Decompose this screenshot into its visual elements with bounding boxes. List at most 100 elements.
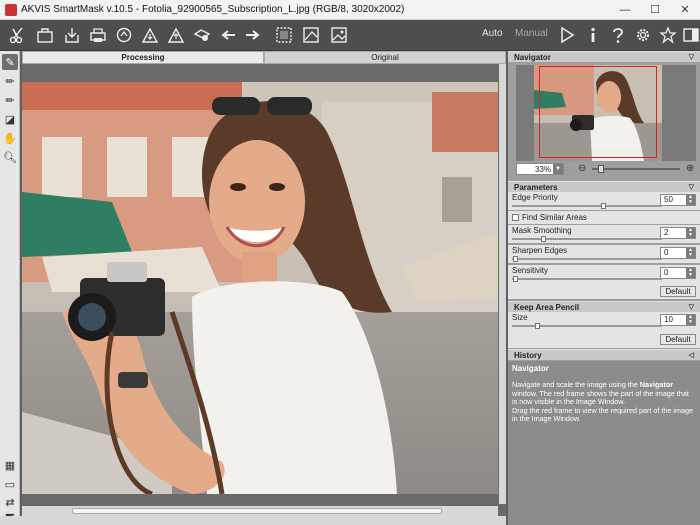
sharpen-edges-input[interactable]: 0 ▲ ▼ xyxy=(660,247,696,259)
load-mask-icon[interactable] xyxy=(139,24,161,46)
navigator-thumbnail[interactable] xyxy=(534,65,662,161)
find-similar-areas-row: Find Similar Areas xyxy=(508,211,700,224)
mask-smoothing-slider[interactable] xyxy=(512,236,662,242)
horizontal-scrollbar-thumb[interactable] xyxy=(72,508,442,514)
pencil-size-slider-knob[interactable] xyxy=(535,323,540,329)
print-icon[interactable] xyxy=(87,24,109,46)
edge-priority-value: 50 xyxy=(664,195,673,204)
photo-woman-with-camera[interactable] xyxy=(22,82,498,494)
redo-arrow-icon[interactable] xyxy=(242,24,264,46)
help-paragraph-1: Navigate and scale the image using the N… xyxy=(512,381,696,406)
open-image-icon[interactable] xyxy=(34,24,56,46)
mode-auto-button[interactable]: Auto xyxy=(482,28,503,39)
undo-arrow-icon[interactable] xyxy=(217,24,239,46)
window-title: AKVIS SmartMask v.10.5 - Fotolia_9290056… xyxy=(21,4,405,15)
save-image-icon[interactable] xyxy=(61,24,83,46)
eraser-tool-icon[interactable]: ◪ xyxy=(2,111,18,127)
zoom-value: 33% xyxy=(535,164,552,174)
sensitivity-slider-knob[interactable] xyxy=(513,276,518,282)
edge-priority-slider[interactable] xyxy=(512,203,662,209)
main-toolbar: Auto Manual xyxy=(0,20,700,51)
horizontal-scrollbar[interactable] xyxy=(22,506,498,516)
expand-arrow-icon[interactable]: ◁ xyxy=(689,350,694,361)
zoom-in-icon[interactable]: ⊕ xyxy=(686,163,694,175)
mask-smoothing-input[interactable]: 2 ▲ ▼ xyxy=(660,227,696,239)
vertical-scrollbar[interactable] xyxy=(499,64,506,504)
batch-icon[interactable] xyxy=(191,24,213,46)
image-icon[interactable] xyxy=(328,24,350,46)
zoom-slider-knob[interactable] xyxy=(598,165,604,173)
history-header[interactable]: History ◁ xyxy=(508,349,700,360)
zoom-field[interactable]: 33% ▼ xyxy=(516,163,564,175)
history-header-label: History xyxy=(514,351,542,360)
edge-priority-input[interactable]: 50 ▲ ▼ xyxy=(660,194,696,206)
sharpen-edges-row: Sharpen Edges 0 ▲ ▼ xyxy=(508,245,700,263)
find-similar-areas-checkbox[interactable] xyxy=(512,214,519,221)
help-panel: Navigator Navigate and scale the image u… xyxy=(508,361,700,525)
zoom-tool-icon[interactable]: 🔍︎ xyxy=(2,149,18,165)
app-logo-icon xyxy=(5,3,17,16)
zoom-controls: 33% ▼ ⊖ ⊕ xyxy=(516,163,696,175)
share-icon[interactable] xyxy=(113,24,135,46)
minimize-button[interactable]: — xyxy=(610,0,640,20)
sensitivity-slider[interactable] xyxy=(512,276,662,282)
pencil-default-button[interactable]: Default xyxy=(660,334,696,345)
zoom-out-icon[interactable]: ⊖ xyxy=(578,163,586,175)
keep-area-pencil-icon[interactable]: ✏ xyxy=(2,73,18,89)
background-mode-icon[interactable]: ▦ xyxy=(2,457,18,473)
image-window[interactable] xyxy=(22,64,506,516)
spinner-arrows-icon[interactable]: ▲ ▼ xyxy=(686,315,695,325)
scissors-logo-icon xyxy=(6,24,28,46)
maximize-button[interactable]: ☐ xyxy=(640,0,670,20)
zoom-dropdown-icon[interactable]: ▼ xyxy=(553,164,563,174)
pencil-size-slider[interactable] xyxy=(512,323,662,329)
parameters-header[interactable]: Parameters ▽ xyxy=(508,181,700,192)
parameters-default-button[interactable]: Default xyxy=(660,286,696,297)
mask-smoothing-label: Mask Smoothing xyxy=(512,226,572,235)
view-tabs: Processing Original xyxy=(22,51,506,64)
info-icon[interactable] xyxy=(582,24,604,46)
hand-tool-icon[interactable]: ✋ xyxy=(2,130,18,146)
title-bar: AKVIS SmartMask v.10.5 - Fotolia_9290056… xyxy=(0,0,700,20)
keep-area-pencil-header[interactable]: Keep Area Pencil ▽ xyxy=(508,301,700,312)
navigator-header[interactable]: Navigator ▽ xyxy=(508,51,700,62)
sensitivity-input[interactable]: 0 ▲ ▼ xyxy=(660,267,696,279)
magic-tube-tool-icon[interactable]: ✎ xyxy=(2,54,18,70)
save-mask-icon[interactable] xyxy=(165,24,187,46)
pencil-size-input[interactable]: 10 ▲ ▼ xyxy=(660,314,696,326)
spinner-arrows-icon[interactable]: ▲ ▼ xyxy=(686,248,695,258)
edge-priority-slider-knob[interactable] xyxy=(601,203,606,209)
spinner-arrows-icon[interactable]: ▲ ▼ xyxy=(686,195,695,205)
foreground-color-icon[interactable]: ▭ xyxy=(2,476,18,492)
status-bar xyxy=(0,516,506,525)
tab-original[interactable]: Original xyxy=(264,51,506,64)
mask-smoothing-value: 2 xyxy=(664,228,669,237)
help-question-icon[interactable] xyxy=(607,24,629,46)
mask-smoothing-slider-knob[interactable] xyxy=(541,236,546,242)
collapse-arrow-icon[interactable]: ▽ xyxy=(689,52,694,63)
close-button[interactable]: ✕ xyxy=(670,0,700,20)
sharpen-edges-slider-knob[interactable] xyxy=(513,256,518,262)
drop-area-pencil-icon[interactable]: ✏ xyxy=(2,92,18,108)
tab-processing[interactable]: Processing xyxy=(22,51,264,64)
mode-manual-button[interactable]: Manual xyxy=(515,28,548,39)
navigator-window[interactable] xyxy=(516,65,696,161)
edge-priority-label: Edge Priority xyxy=(512,193,558,202)
swap-colors-icon[interactable]: ⇄ xyxy=(2,494,18,510)
navigator-view-frame[interactable] xyxy=(539,66,657,158)
toggle-panel-icon[interactable] xyxy=(680,24,700,46)
sharpen-edges-label: Sharpen Edges xyxy=(512,246,568,255)
spinner-arrows-icon[interactable]: ▲ ▼ xyxy=(686,268,695,278)
tools-palette: ✎ ✏ ✏ ◪ ✋ 🔍︎ ▦ ▭ ⇄ ◩ xyxy=(0,51,20,525)
sharpen-edges-slider[interactable] xyxy=(512,256,662,262)
background-icon[interactable] xyxy=(300,24,322,46)
settings-gear-icon[interactable] xyxy=(632,24,654,46)
run-play-icon[interactable] xyxy=(556,24,578,46)
keep-area-pencil-header-label: Keep Area Pencil xyxy=(514,303,580,312)
spinner-arrows-icon[interactable]: ▲ ▼ xyxy=(686,228,695,238)
navigator-header-label: Navigator xyxy=(514,53,551,62)
cut-out-icon[interactable] xyxy=(273,24,295,46)
zoom-slider[interactable] xyxy=(592,165,680,173)
pencil-default-row: Default xyxy=(508,330,700,348)
favorites-star-icon[interactable] xyxy=(657,24,679,46)
